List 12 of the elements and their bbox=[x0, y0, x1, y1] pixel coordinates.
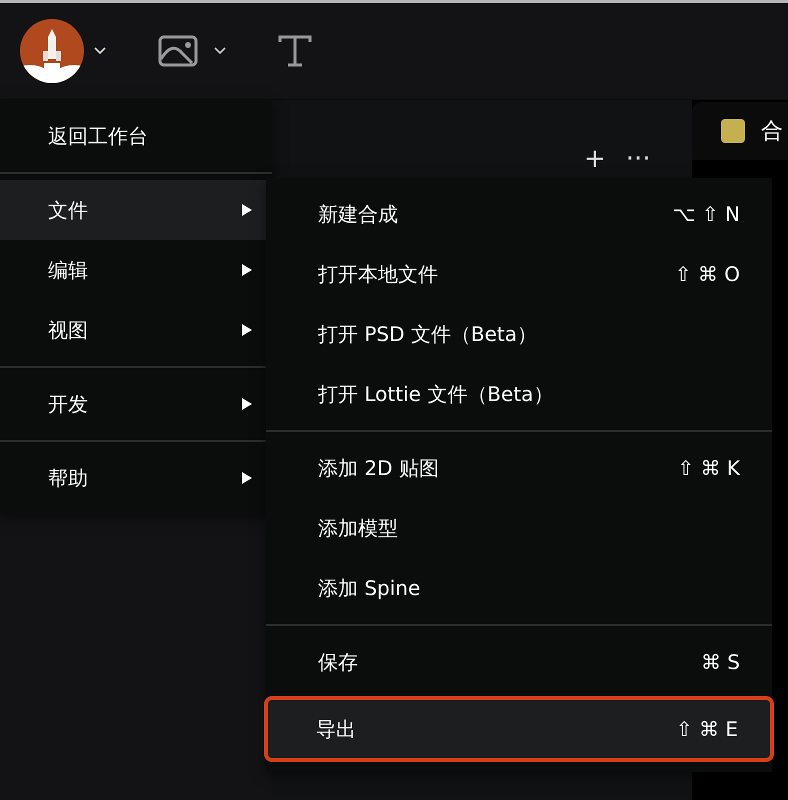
text-tool-icon[interactable] bbox=[278, 34, 312, 68]
menu-item[interactable]: 保存 ⌘ S bbox=[266, 632, 772, 692]
tab[interactable]: 合 bbox=[692, 102, 788, 160]
menu-item[interactable]: 导出 ⇧ ⌘ E bbox=[264, 696, 774, 762]
chevron-down-icon[interactable] bbox=[214, 47, 226, 55]
panel-action[interactable]: + bbox=[584, 146, 606, 172]
menu-item[interactable]: 返回工作台 bbox=[0, 106, 272, 166]
tab-label: 合 bbox=[761, 118, 783, 146]
chevron-down-icon[interactable] bbox=[94, 47, 106, 55]
panel-action[interactable]: ··· bbox=[626, 146, 651, 172]
menu-item[interactable]: 添加 Spine bbox=[266, 558, 772, 618]
image-icon[interactable] bbox=[158, 35, 198, 67]
